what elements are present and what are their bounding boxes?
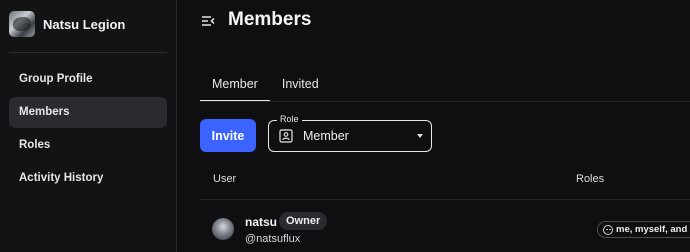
owner-badge: Owner: [279, 212, 328, 230]
invite-button[interactable]: Invite: [200, 119, 256, 152]
chevron-down-icon: [417, 134, 423, 138]
member-handle: @natsuflux: [245, 233, 301, 245]
sidebar-item-group-profile[interactable]: Group Profile: [9, 64, 167, 95]
column-header-roles: Roles: [576, 173, 605, 185]
group-avatar: [9, 11, 35, 37]
role-filter-value: Member: [303, 129, 349, 143]
tab-member[interactable]: Member: [200, 76, 270, 102]
page-title: Members: [228, 9, 312, 30]
sidebar-divider: [9, 52, 167, 53]
group-name: Natsu Legion: [43, 16, 126, 32]
role-chip-label: me, myself, and i: [616, 224, 690, 235]
group-header[interactable]: Natsu Legion: [9, 10, 169, 38]
sidebar: Natsu Legion Group Profile Members Roles…: [0, 0, 177, 252]
tab-bar: Member Invited: [200, 76, 331, 102]
sidebar-collapse-icon[interactable]: [200, 13, 216, 29]
main-panel: Members Member Invited Invite Role Membe…: [178, 0, 690, 252]
column-header-user: User: [213, 173, 237, 185]
member-display-name: natsu: [245, 215, 278, 229]
emoji-face-icon: [603, 224, 613, 235]
role-chip[interactable]: me, myself, and i: [597, 221, 690, 238]
id-card-icon: [279, 129, 293, 143]
tab-invited[interactable]: Invited: [270, 76, 331, 102]
table-header-divider: [200, 199, 690, 200]
sidebar-item-activity-history[interactable]: Activity History: [9, 163, 167, 194]
role-filter-legend: Role: [277, 113, 302, 125]
sidebar-item-roles[interactable]: Roles: [9, 130, 167, 161]
avatar[interactable]: [212, 218, 234, 240]
tab-divider: [200, 101, 690, 102]
sidebar-nav: Group Profile Members Roles Activity His…: [9, 64, 167, 196]
table-row: natsu Owner @natsuflux me, myself, and i: [200, 206, 690, 252]
sidebar-item-members[interactable]: Members: [9, 97, 167, 128]
role-filter-select[interactable]: Role Member: [268, 113, 432, 152]
